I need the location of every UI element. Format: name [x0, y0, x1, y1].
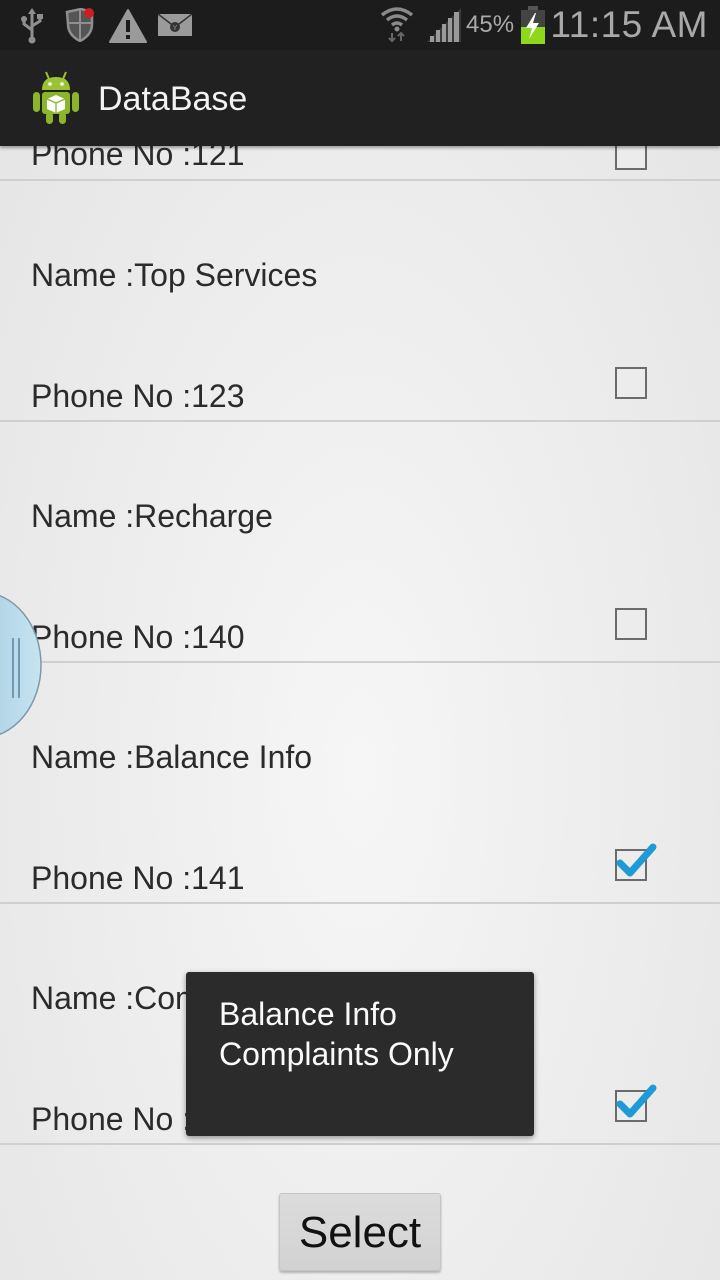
signal-icon	[427, 8, 461, 47]
phone-number: Phone No :121	[31, 146, 245, 172]
battery-charging-icon	[520, 6, 546, 49]
select-button[interactable]: Select	[279, 1193, 441, 1271]
android-app-icon	[30, 68, 82, 133]
toast-line: Complaints Only	[219, 1036, 454, 1072]
multiwindow-handle[interactable]	[0, 590, 42, 740]
clock: 11:15 AM	[550, 4, 708, 45]
status-bar: Y 45% 11:15 AM	[0, 0, 720, 50]
contact-name: Name :Balance Info	[31, 739, 313, 775]
app-title: DataBase	[98, 80, 248, 118]
list-item[interactable]: Phone No :121	[0, 146, 720, 181]
contact-name: Name :Recharge	[31, 498, 273, 534]
action-bar: DataBase	[0, 50, 720, 146]
phone-number: Phone No :123	[31, 378, 245, 414]
item-checkbox-checked[interactable]	[615, 843, 657, 881]
contact-name: Name :Top Services	[31, 257, 318, 293]
usb-icon	[18, 8, 48, 49]
checkmark-icon	[616, 1084, 657, 1118]
list-item[interactable]: Name :Recharge Phone No :140	[0, 422, 720, 663]
checkmark-icon	[616, 843, 657, 877]
warning-icon	[108, 8, 148, 49]
phone-number: Phone No :140	[31, 619, 245, 655]
phone-number: Phone No :141	[31, 860, 245, 896]
item-checkbox[interactable]	[615, 146, 647, 170]
item-checkbox-checked[interactable]	[615, 1084, 657, 1122]
toast-line: Balance Info	[219, 996, 397, 1032]
wifi-icon	[380, 5, 414, 48]
divider	[0, 1143, 720, 1145]
svg-text:Y: Y	[173, 25, 178, 32]
list-item[interactable]: Name :Top Services Phone No :123	[0, 181, 720, 422]
security-shield-icon	[64, 7, 98, 47]
toast-message: Balance Info Complaints Only	[186, 972, 534, 1136]
battery-percent: 45%	[466, 11, 515, 38]
item-checkbox[interactable]	[615, 367, 647, 399]
list-item[interactable]: Name :Balance Info Phone No :141	[0, 663, 720, 904]
item-checkbox[interactable]	[615, 608, 647, 640]
email-icon: Y	[157, 13, 194, 43]
